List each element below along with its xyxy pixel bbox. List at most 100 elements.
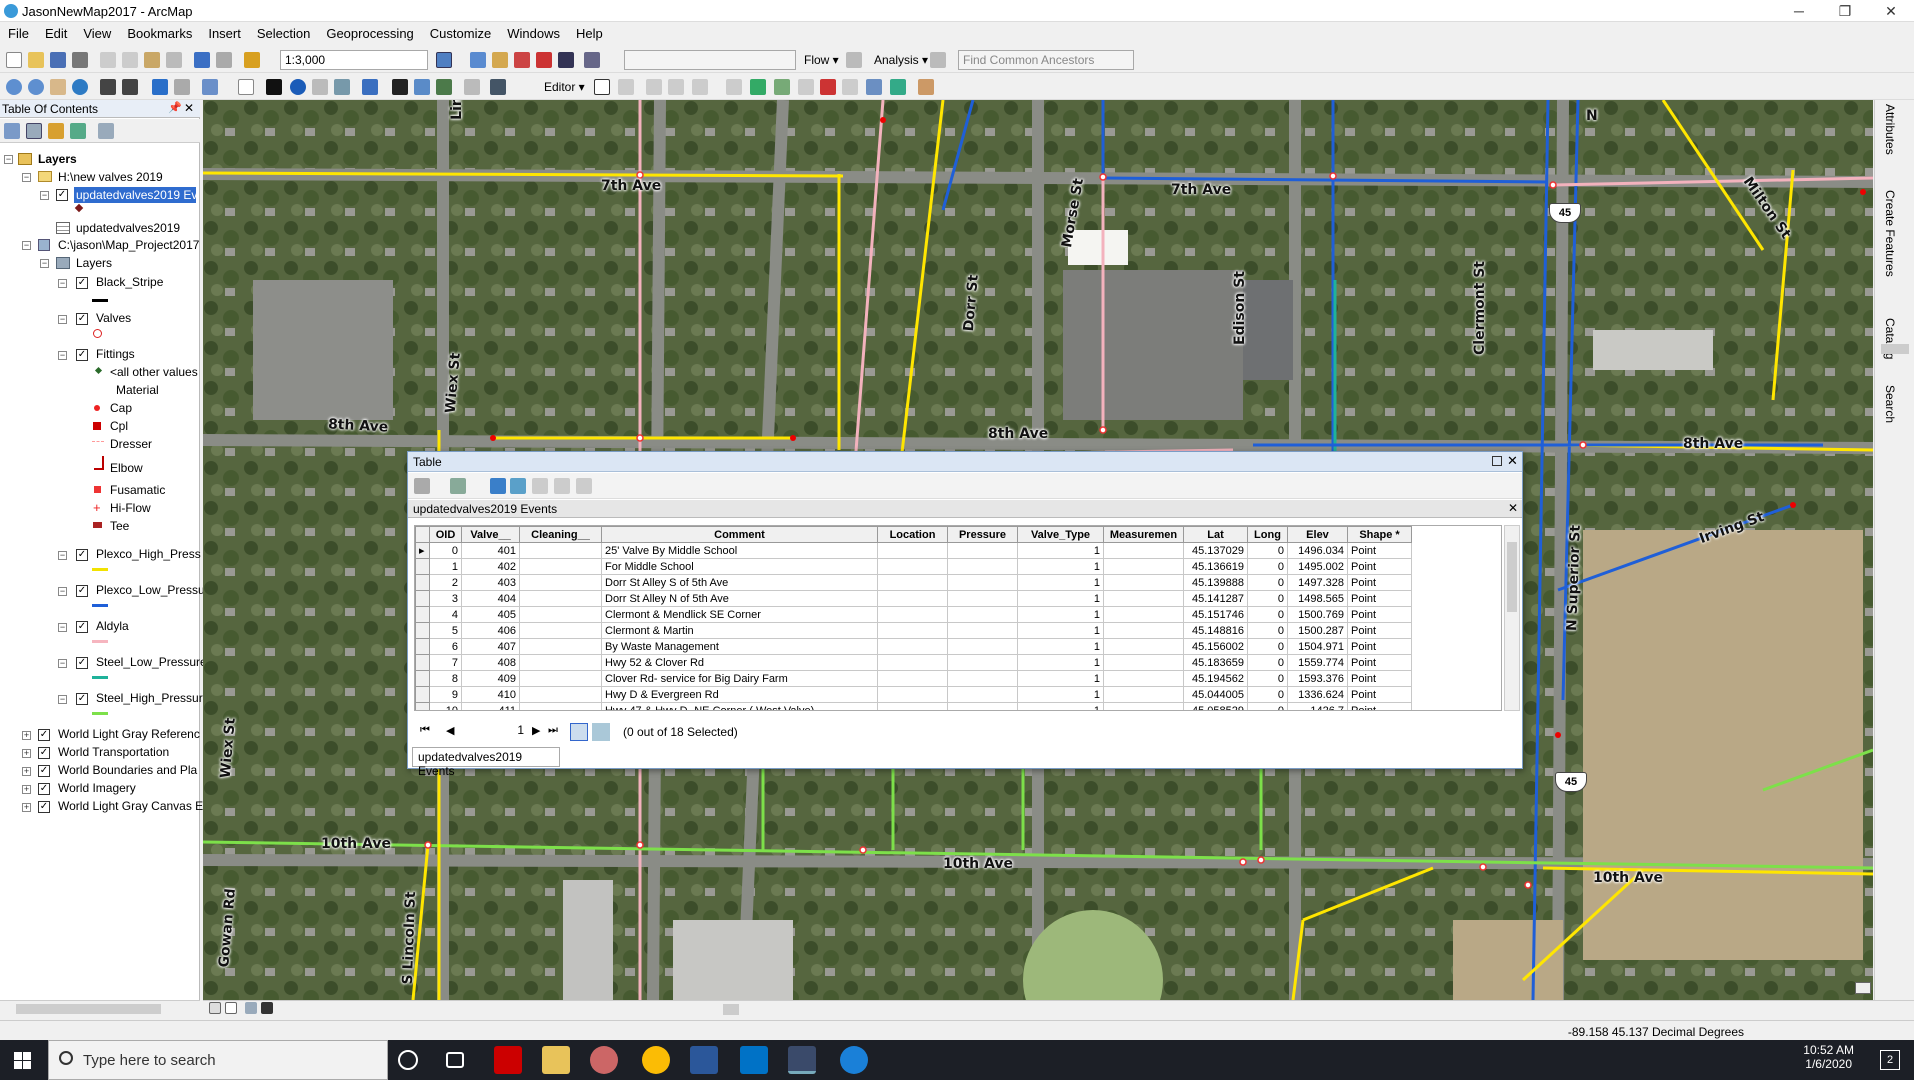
table-of-contents-icon[interactable] xyxy=(470,52,486,68)
table-cell[interactable] xyxy=(519,542,602,559)
table-cell[interactable]: 0 xyxy=(1247,686,1288,703)
table-cell[interactable]: 1 xyxy=(1017,702,1104,710)
table-cell[interactable] xyxy=(1103,606,1184,623)
show-selected-records-icon[interactable] xyxy=(592,723,610,741)
table-cell[interactable] xyxy=(877,670,948,687)
table-cell[interactable]: Point xyxy=(1347,622,1412,639)
sketch-properties-icon[interactable] xyxy=(890,79,906,95)
edit-annotation-icon[interactable] xyxy=(618,79,634,95)
table-cell[interactable] xyxy=(877,702,948,710)
attributes-icon[interactable] xyxy=(866,79,882,95)
arctoolbox-icon[interactable] xyxy=(536,52,552,68)
copy-icon[interactable] xyxy=(122,52,138,68)
outlook-icon[interactable] xyxy=(740,1046,768,1074)
row-selector[interactable] xyxy=(415,686,430,703)
black-stripe-checkbox[interactable]: ✓ xyxy=(76,277,88,289)
table-cell[interactable] xyxy=(1103,638,1184,655)
toc-item-valves[interactable]: Valves xyxy=(96,311,131,325)
table-cell[interactable] xyxy=(519,638,602,655)
row-selector[interactable] xyxy=(415,654,430,671)
menu-bookmarks[interactable]: Bookmarks xyxy=(119,23,200,45)
expand-basemap-4-icon[interactable]: + xyxy=(22,785,31,794)
toc-item-valves-table[interactable]: updatedvalves2019 xyxy=(76,221,180,235)
table-cell[interactable]: 9 xyxy=(429,686,462,703)
toc-item-world-light-gray-canvas[interactable]: World Light Gray Canvas E xyxy=(58,799,203,813)
table-cell[interactable]: 403 xyxy=(461,574,520,591)
column-header[interactable]: Long xyxy=(1247,526,1288,543)
menu-windows[interactable]: Windows xyxy=(499,23,568,45)
pin-icon[interactable]: 📌 xyxy=(168,101,182,114)
aldyla-checkbox[interactable]: ✓ xyxy=(76,621,88,633)
save-icon[interactable] xyxy=(50,52,66,68)
go-to-xy-icon[interactable] xyxy=(436,79,452,95)
attribute-table-window[interactable]: Table ✕ updatedvalves2019 Events ✕ OID V… xyxy=(407,451,1523,778)
row-selector[interactable] xyxy=(415,558,430,575)
toc-item-steel-low[interactable]: Steel_Low_Pressure xyxy=(96,655,207,669)
table-cell[interactable]: 1495.002 xyxy=(1287,558,1348,575)
layer-table-close-icon[interactable]: ✕ xyxy=(1508,501,1518,515)
expand-steel-low-icon[interactable]: − xyxy=(58,659,67,668)
column-header[interactable]: Cleaning__ xyxy=(519,526,602,543)
menu-edit[interactable]: Edit xyxy=(37,23,75,45)
toc-item-sublayers[interactable]: Layers xyxy=(76,256,112,270)
table-cell[interactable]: Point xyxy=(1347,654,1412,671)
plexco-low-checkbox[interactable]: ✓ xyxy=(76,585,88,597)
table-cell[interactable]: 0 xyxy=(1247,590,1288,607)
table-cell[interactable]: Point xyxy=(1347,702,1412,710)
column-header[interactable]: Valve_Type xyxy=(1017,526,1104,543)
table-cell[interactable] xyxy=(877,590,948,607)
basemap-3-checkbox[interactable]: ✓ xyxy=(38,765,50,777)
toc-item-world-boundaries[interactable]: World Boundaries and Pla xyxy=(58,763,197,777)
table-cell[interactable]: 1593.376 xyxy=(1287,670,1348,687)
table-cell[interactable]: 1 xyxy=(1017,542,1104,559)
table-cell[interactable]: 1497.328 xyxy=(1287,574,1348,591)
table-cell[interactable] xyxy=(519,558,602,575)
table-row[interactable]: 3 404 Dorr St Alley N of 5th Ave 1 45.141287… xyxy=(415,590,1412,607)
expand-valves-icon[interactable]: − xyxy=(58,315,67,324)
toc-item-plexco-low[interactable]: Plexco_Low_Pressu xyxy=(96,583,205,597)
clear-table-selection-icon[interactable] xyxy=(532,478,548,494)
table-row[interactable]: 7 408 Hwy 52 & Clover Rd 1 45.183659 0 1559.77… xyxy=(415,654,1412,671)
first-record-button[interactable]: ⏮ xyxy=(420,724,430,737)
table-cell[interactable]: 45.141287 xyxy=(1183,590,1248,607)
toc-scroll-thumb[interactable] xyxy=(16,1004,161,1014)
table-cell[interactable]: 408 xyxy=(461,654,520,671)
table-cell[interactable] xyxy=(1103,686,1184,703)
table-cell[interactable]: 10 xyxy=(429,702,462,710)
column-header[interactable]: Location xyxy=(877,526,948,543)
clear-selection-icon[interactable] xyxy=(238,79,254,95)
point-icon[interactable] xyxy=(726,79,742,95)
expand-basemap-3-icon[interactable]: + xyxy=(22,767,31,776)
undo-icon[interactable] xyxy=(194,52,210,68)
flow-arrows-icon[interactable] xyxy=(846,52,862,68)
reshape-icon[interactable] xyxy=(774,79,790,95)
table-cell[interactable] xyxy=(947,542,1018,559)
table-cell[interactable]: 4 xyxy=(429,606,462,623)
table-cell[interactable] xyxy=(519,606,602,623)
table-cell[interactable]: 1 xyxy=(429,558,462,575)
fixed-zoom-out-icon[interactable] xyxy=(122,79,138,95)
toc-item-layers[interactable]: Layers xyxy=(38,152,77,166)
list-by-drawing-order-icon[interactable] xyxy=(4,123,20,139)
table-cell[interactable]: 0 xyxy=(1247,622,1288,639)
table-cell[interactable] xyxy=(519,670,602,687)
table-cell[interactable]: 1426.7 xyxy=(1287,702,1348,710)
analysis-menu[interactable]: Analysis ▾ xyxy=(874,53,928,67)
model-builder-icon[interactable] xyxy=(584,52,600,68)
table-cell[interactable] xyxy=(947,670,1018,687)
toc-horizontal-scrollbar[interactable] xyxy=(0,1000,200,1016)
table-cell[interactable]: 5 xyxy=(429,622,462,639)
table-cell[interactable]: 0 xyxy=(1247,606,1288,623)
table-cell[interactable] xyxy=(1103,558,1184,575)
forward-extent-icon[interactable] xyxy=(174,79,190,95)
toc-item-fittings[interactable]: Fittings xyxy=(96,347,135,361)
select-elements-arrow-icon[interactable] xyxy=(266,79,282,95)
table-cell[interactable]: 45.139888 xyxy=(1183,574,1248,591)
table-row[interactable]: ▸ 0 401 25' Valve By Middle School 1 45.13702… xyxy=(415,542,1412,559)
table-cell[interactable] xyxy=(877,686,948,703)
row-selector[interactable] xyxy=(415,590,430,607)
toc-item-world-light-gray-reference[interactable]: World Light Gray Referenc xyxy=(58,727,200,741)
table-cell[interactable]: 1498.565 xyxy=(1287,590,1348,607)
table-cell[interactable] xyxy=(1103,590,1184,607)
toc-item-new-valves-folder[interactable]: H:\new valves 2019 xyxy=(58,170,163,184)
